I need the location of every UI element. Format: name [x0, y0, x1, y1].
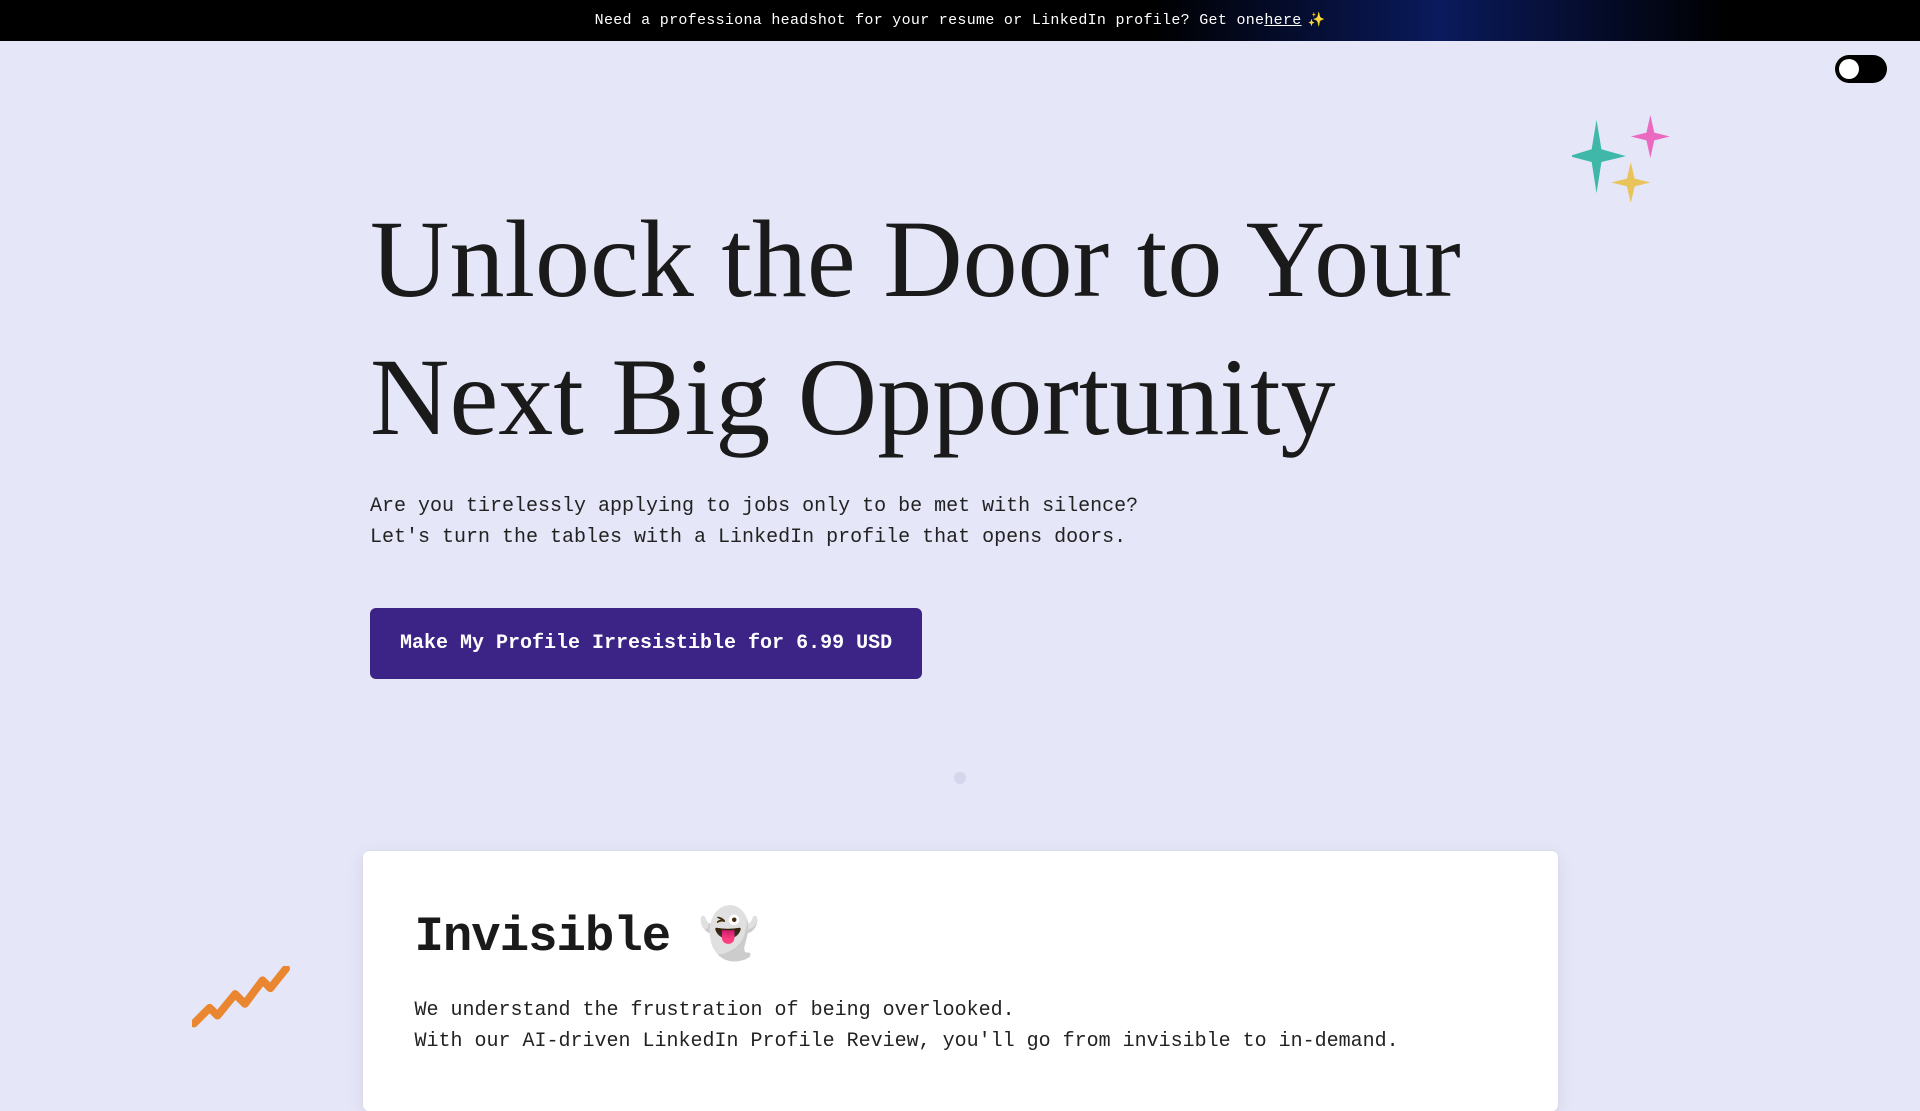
page-title: Unlock the Door to Your Next Big Opportu… — [370, 191, 1550, 466]
dot-decoration-icon — [954, 772, 966, 784]
sub-line2: Let's turn the tables with a LinkedIn pr… — [370, 526, 1126, 549]
hero-subtitle: Are you tirelessly applying to jobs only… — [370, 491, 1550, 553]
toggle-knob — [1839, 59, 1859, 79]
promo-banner: Need a professiona headshot for your res… — [0, 0, 1920, 41]
hero-section: Unlock the Door to Your Next Big Opportu… — [370, 41, 1550, 679]
card-line1: We understand the frustration of being o… — [415, 999, 1015, 1022]
cta-button[interactable]: Make My Profile Irresistible for 6.99 US… — [370, 608, 922, 679]
zigzag-decoration-icon — [192, 966, 290, 1028]
card-line2: With our AI-driven LinkedIn Profile Revi… — [415, 1030, 1399, 1053]
card-title: Invisible 👻 — [415, 905, 1506, 965]
feature-card-invisible: Invisible 👻 We understand the frustratio… — [363, 851, 1558, 1111]
card-body: We understand the frustration of being o… — [415, 995, 1506, 1057]
sub-line1: Are you tirelessly applying to jobs only… — [370, 495, 1138, 518]
banner-text: Need a professiona headshot for your res… — [595, 12, 1265, 29]
sparkle-icon: ✨ — [1308, 12, 1326, 29]
sparkles-decoration-icon — [1572, 115, 1670, 205]
theme-toggle[interactable] — [1835, 55, 1887, 83]
banner-link[interactable]: here — [1264, 12, 1301, 29]
